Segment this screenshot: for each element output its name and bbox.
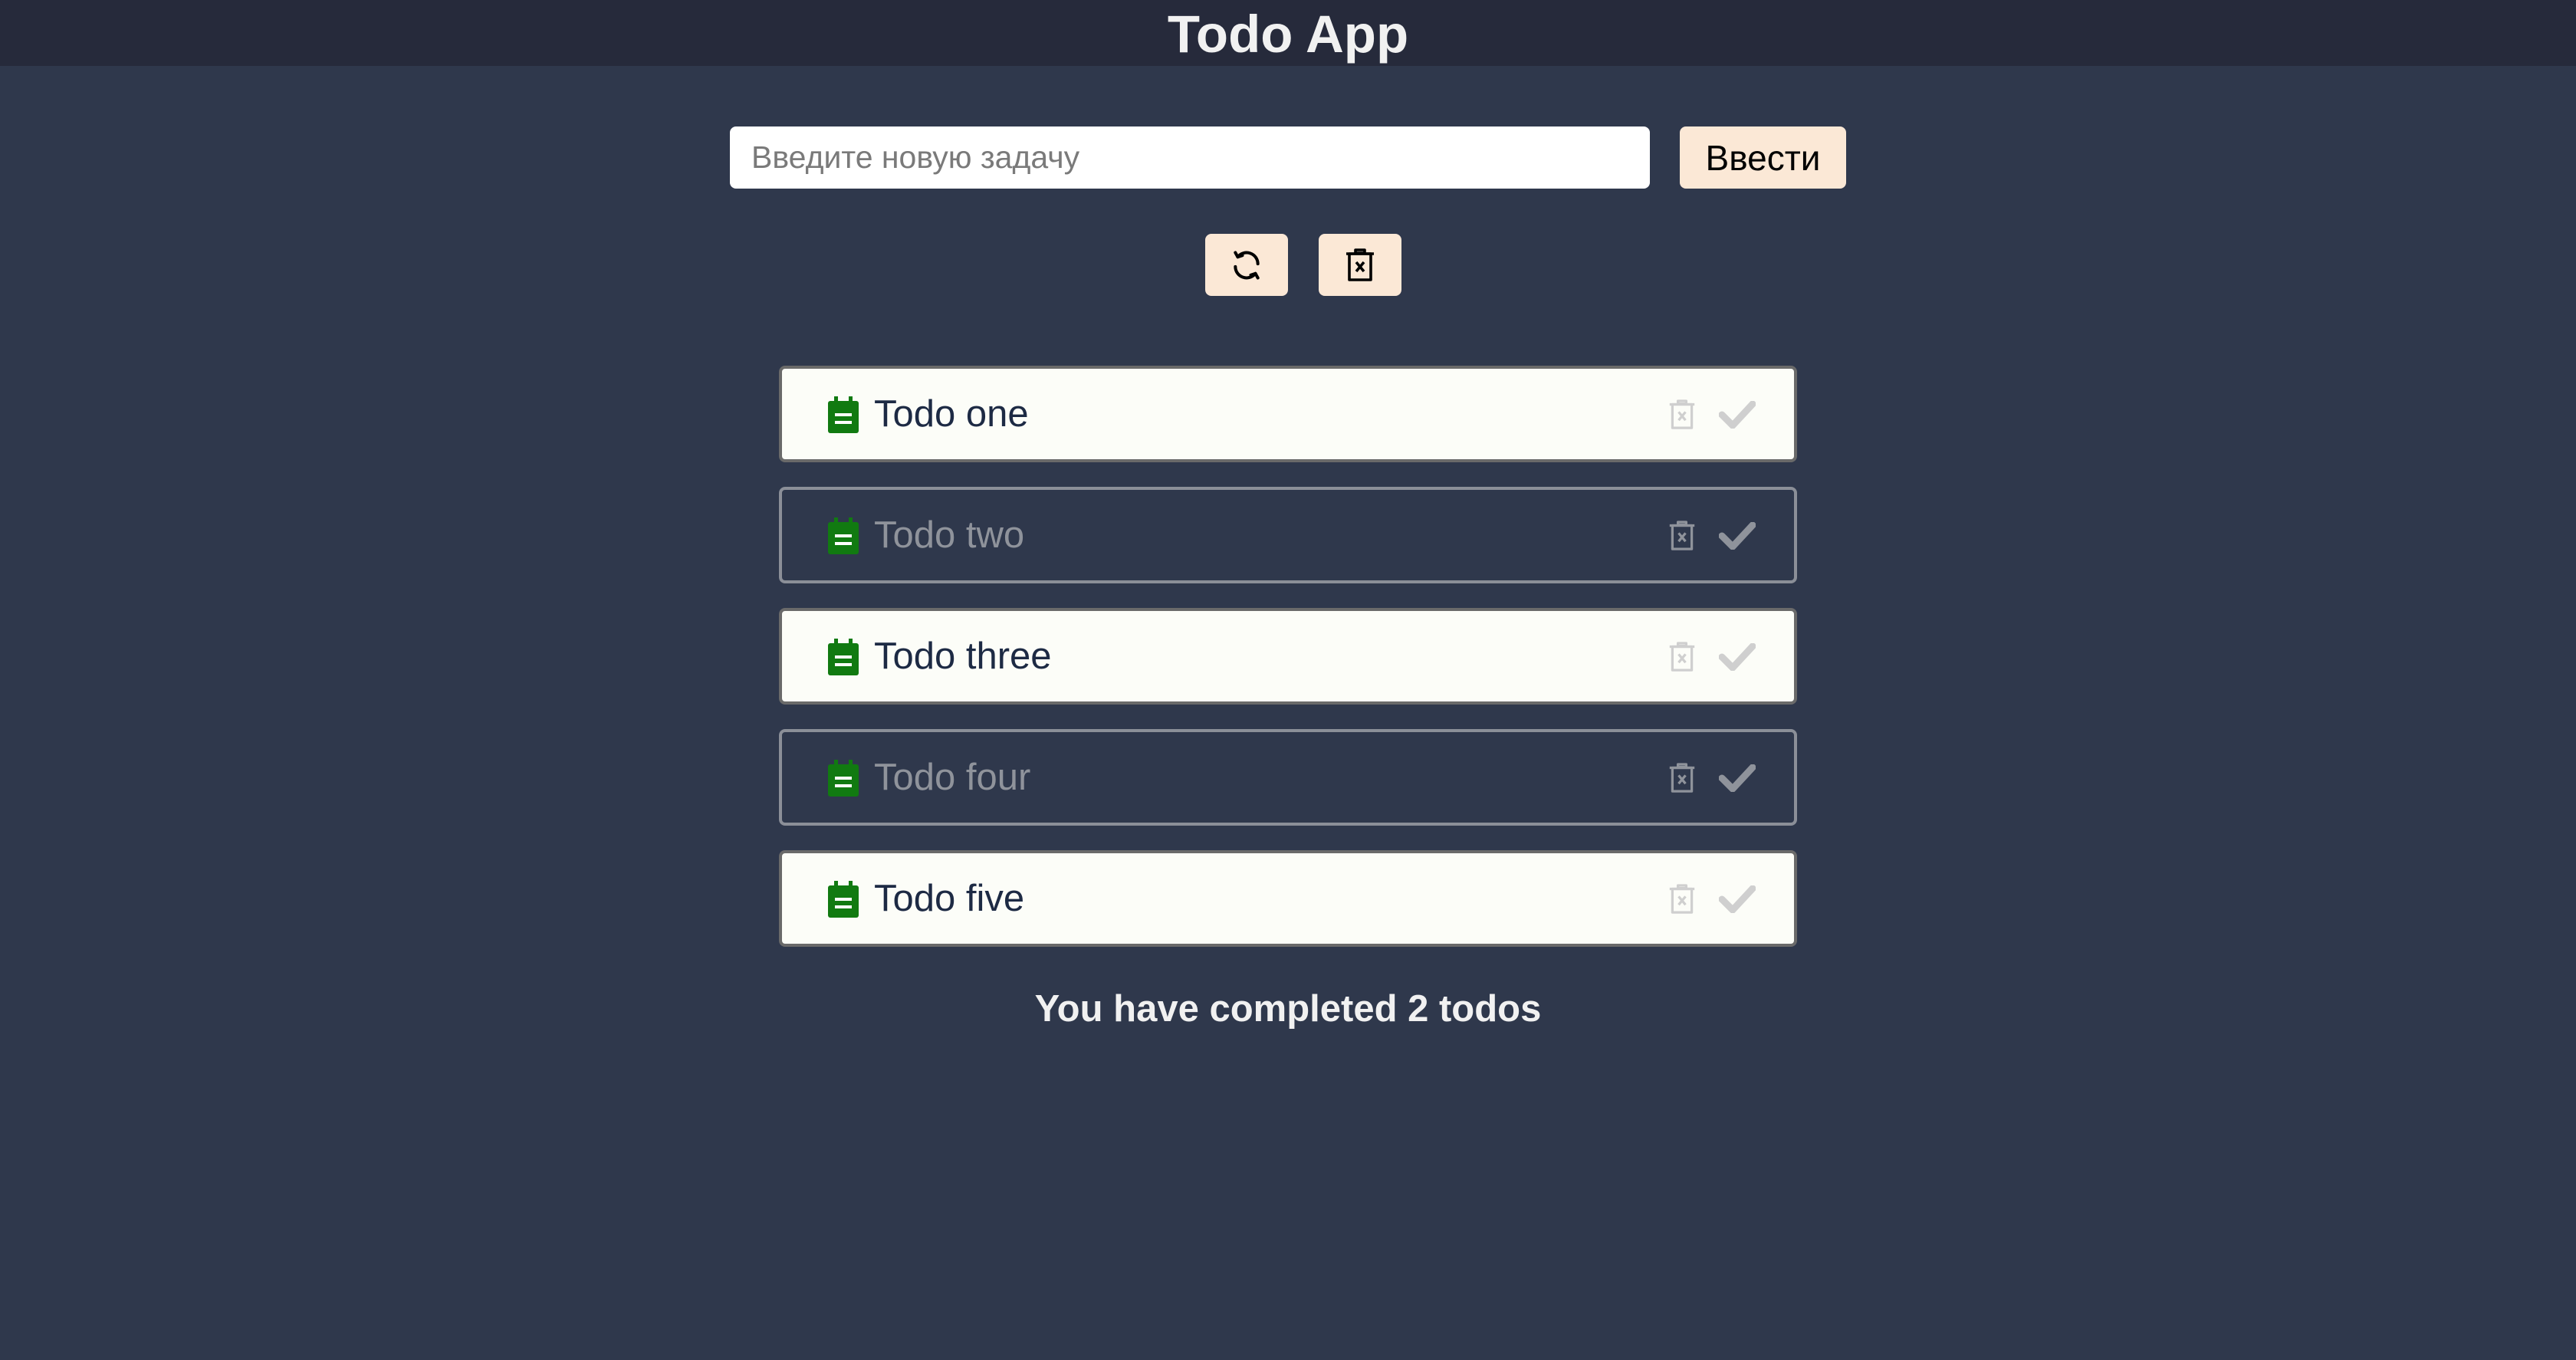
note-icon — [828, 639, 859, 675]
trash-x-icon — [1346, 248, 1374, 281]
check-icon[interactable] — [1719, 885, 1756, 913]
todo-list: Todo one Todo two Todo three Todo four Todo … — [779, 366, 1797, 971]
clear-all-button[interactable] — [1319, 234, 1401, 296]
note-icon — [828, 517, 859, 554]
new-task-input[interactable] — [730, 126, 1650, 189]
todo-item[interactable]: Todo one — [779, 366, 1797, 462]
delete-icon[interactable] — [1668, 763, 1696, 793]
todo-item[interactable]: Todo five — [779, 850, 1797, 947]
submit-task-button[interactable]: Ввести — [1680, 126, 1846, 189]
todo-text: Todo one — [874, 393, 1029, 435]
note-icon — [828, 881, 859, 918]
refresh-button[interactable] — [1205, 234, 1288, 296]
todo-text: Todo five — [874, 878, 1025, 919]
check-icon[interactable] — [1719, 643, 1756, 671]
note-icon — [828, 760, 859, 797]
check-icon[interactable] — [1719, 401, 1756, 429]
check-icon[interactable] — [1719, 522, 1756, 550]
delete-icon[interactable] — [1668, 642, 1696, 672]
todo-text: Todo four — [874, 757, 1031, 798]
todo-item[interactable]: Todo four — [779, 729, 1797, 826]
todo-item[interactable]: Todo two — [779, 487, 1797, 583]
delete-icon[interactable] — [1668, 884, 1696, 915]
app-title: Todo App — [1167, 5, 1409, 64]
note-icon — [828, 396, 859, 433]
completed-summary: You have completed 2 todos — [1034, 988, 1542, 1030]
check-icon[interactable] — [1719, 764, 1756, 792]
todo-text: Todo two — [874, 514, 1025, 556]
delete-icon[interactable] — [1668, 399, 1696, 430]
delete-icon[interactable] — [1668, 521, 1696, 551]
todo-text: Todo three — [874, 636, 1052, 677]
todo-item[interactable]: Todo three — [779, 608, 1797, 705]
refresh-icon — [1234, 250, 1260, 280]
